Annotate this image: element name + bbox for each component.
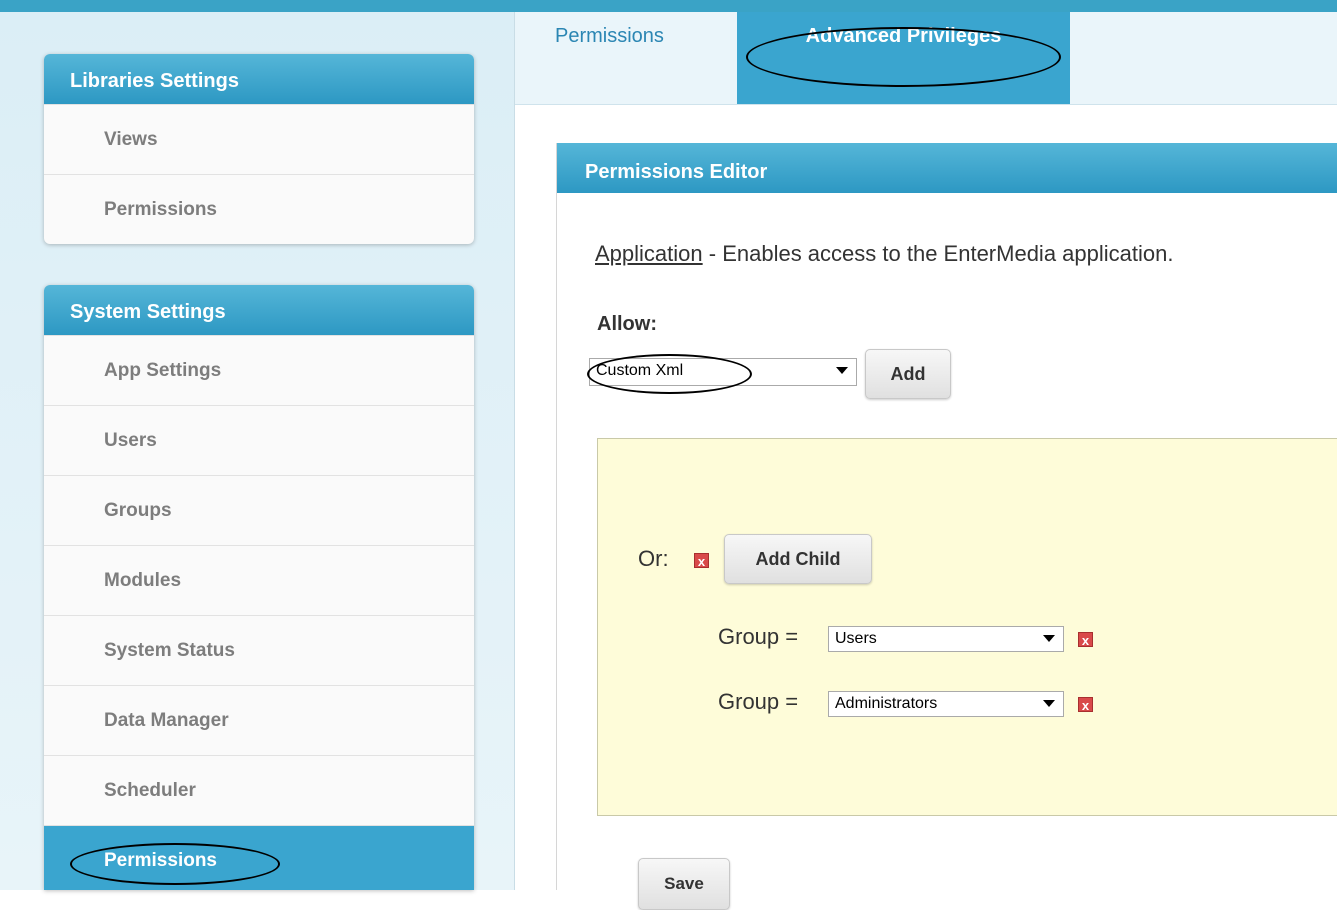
sidebar-item-modules[interactable]: Modules bbox=[44, 545, 474, 615]
remove-condition-icon[interactable]: x bbox=[1078, 632, 1093, 648]
highlight-circle-custom-xml bbox=[587, 354, 752, 394]
permissions-editor-title: Permissions Editor bbox=[557, 143, 1337, 193]
application-link[interactable]: Application bbox=[595, 241, 703, 266]
add-child-button[interactable]: Add Child bbox=[724, 534, 872, 584]
chevron-down-icon bbox=[1043, 700, 1055, 707]
condition-label: Group = bbox=[718, 689, 799, 714]
group-select-users-value: Users bbox=[835, 630, 877, 647]
system-settings-title: System Settings bbox=[44, 285, 474, 335]
rule-container: Or: x Add Child Group = Users x Group = … bbox=[597, 438, 1337, 910]
sidebar-item-users[interactable]: Users bbox=[44, 405, 474, 475]
tab-permissions[interactable]: Permissions bbox=[555, 0, 664, 82]
application-line: Application - Enables access to the Ente… bbox=[595, 241, 1173, 267]
sidebar-item-data-manager[interactable]: Data Manager bbox=[44, 685, 474, 755]
chevron-down-icon bbox=[836, 367, 848, 374]
sidebar-item-views[interactable]: Views bbox=[44, 104, 474, 174]
group-select-administrators[interactable]: Administrators bbox=[828, 691, 1064, 717]
remove-condition-icon[interactable]: x bbox=[1078, 697, 1093, 713]
or-label: Or: bbox=[638, 546, 669, 571]
application-description: - Enables access to the EnterMedia appli… bbox=[702, 241, 1174, 266]
group-select-users[interactable]: Users bbox=[828, 626, 1064, 652]
remove-or-icon[interactable]: x bbox=[694, 553, 709, 569]
permissions-editor: Permissions Editor Application - Enables… bbox=[556, 143, 1337, 910]
sidebar-item-scheduler[interactable]: Scheduler bbox=[44, 755, 474, 825]
chevron-down-icon bbox=[1043, 635, 1055, 642]
save-button[interactable]: Save bbox=[638, 858, 730, 910]
sidebar-item-system-status[interactable]: System Status bbox=[44, 615, 474, 685]
top-accent-bar bbox=[0, 0, 1337, 12]
highlight-circle-permissions bbox=[70, 843, 280, 885]
sidebar-item-app-settings[interactable]: App Settings bbox=[44, 335, 474, 405]
system-settings-panel: System Settings App Settings Users Group… bbox=[44, 285, 474, 890]
condition-label: Group = bbox=[718, 624, 799, 649]
group-select-administrators-value: Administrators bbox=[835, 695, 938, 712]
add-button[interactable]: Add bbox=[865, 349, 951, 399]
allow-label: Allow: bbox=[597, 313, 657, 335]
libraries-settings-panel: Libraries Settings Views Permissions bbox=[44, 54, 474, 244]
libraries-settings-title: Libraries Settings bbox=[44, 54, 474, 104]
highlight-circle-advanced-privileges bbox=[746, 27, 1061, 87]
sidebar-item-library-permissions[interactable]: Permissions bbox=[44, 174, 474, 244]
sidebar-item-groups[interactable]: Groups bbox=[44, 475, 474, 545]
